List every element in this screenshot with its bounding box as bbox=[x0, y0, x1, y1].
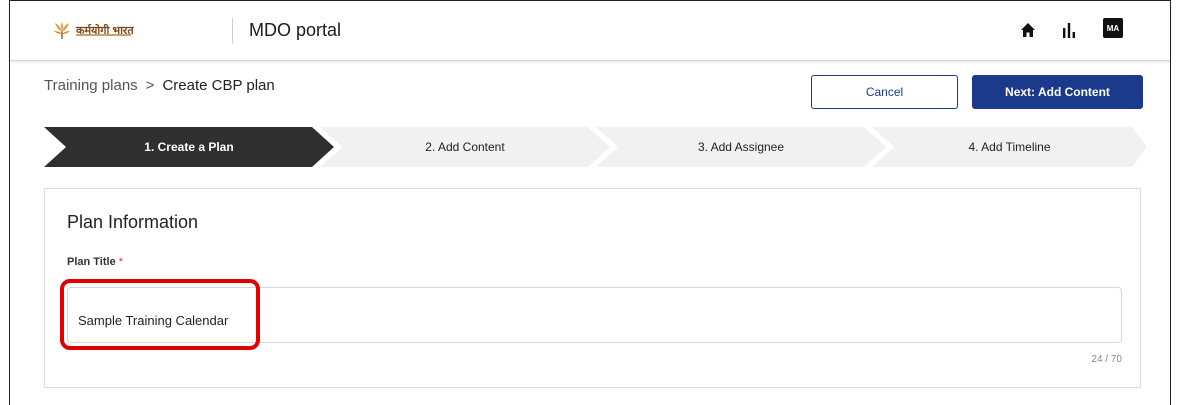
cancel-button[interactable]: Cancel bbox=[811, 75, 958, 109]
step-add-content[interactable]: 2. Add Content bbox=[320, 127, 610, 167]
breadcrumb-separator: > bbox=[145, 77, 155, 94]
step-label: 3. Add Assignee bbox=[697, 140, 785, 154]
plan-title-value: Sample Training Calendar bbox=[78, 313, 229, 328]
app-window: कर्मयोगी भारत MDO portal MA Training pla… bbox=[9, 0, 1171, 405]
step-label: 1. Create a Plan bbox=[144, 140, 234, 154]
breadcrumb-current: Create CBP plan bbox=[162, 77, 275, 94]
logo-emblem-icon bbox=[54, 22, 70, 39]
next-add-content-button[interactable]: Next: Add Content bbox=[972, 75, 1143, 109]
plan-information-panel: Plan Information Plan Title * Sample Tra… bbox=[44, 188, 1141, 388]
karmayogi-logo[interactable]: कर्मयोगी भारत bbox=[52, 19, 134, 43]
home-icon[interactable] bbox=[1020, 22, 1036, 38]
logo-underline bbox=[76, 34, 131, 36]
user-avatar[interactable]: MA bbox=[1103, 18, 1123, 38]
breadcrumb-parent-link[interactable]: Training plans bbox=[44, 77, 138, 94]
plan-stepper: 1. Create a Plan 2. Add Content 3. Add A… bbox=[44, 127, 1147, 167]
character-counter: 24 / 70 bbox=[1091, 354, 1122, 365]
plan-title-label-text: Plan Title bbox=[67, 256, 116, 268]
step-label: 4. Add Timeline bbox=[968, 140, 1051, 154]
section-title: Plan Information bbox=[67, 212, 199, 232]
top-navigation-bar: कर्मयोगी भारत MDO portal MA bbox=[10, 1, 1170, 61]
portal-title: MDO portal bbox=[249, 20, 342, 40]
header-divider bbox=[232, 18, 233, 44]
step-create-plan[interactable]: 1. Create a Plan bbox=[44, 127, 334, 167]
plan-title-input[interactable]: Sample Training Calendar bbox=[67, 287, 1122, 343]
breadcrumb: Training plans > Create CBP plan bbox=[44, 77, 275, 94]
step-add-timeline[interactable]: 4. Add Timeline bbox=[872, 127, 1147, 167]
bar-chart-icon[interactable] bbox=[1062, 22, 1076, 38]
required-marker: * bbox=[118, 256, 124, 268]
step-add-assignee[interactable]: 3. Add Assignee bbox=[596, 127, 886, 167]
plan-title-label: Plan Title * bbox=[67, 256, 123, 268]
step-label: 2. Add Content bbox=[425, 140, 505, 154]
